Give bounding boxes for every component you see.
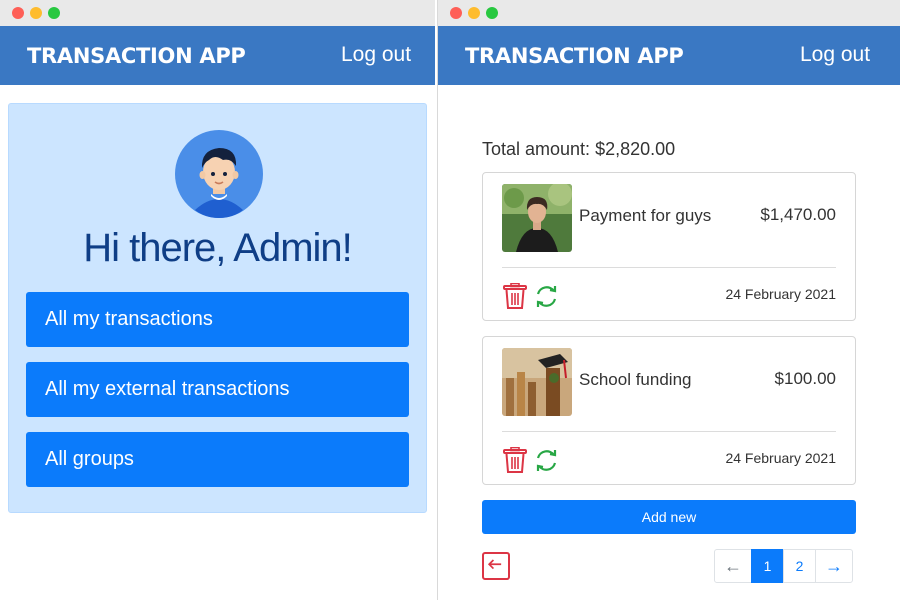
minimize-window-button[interactable] <box>30 7 42 19</box>
card-divider <box>502 431 836 432</box>
navbar: TRANSACTION APP Log out <box>438 26 900 85</box>
transaction-title: Payment for guys <box>579 206 712 225</box>
card-divider <box>502 267 836 268</box>
trash-icon[interactable] <box>503 283 527 309</box>
logout-link[interactable]: Log out <box>341 43 411 67</box>
greeting-heading: Hi there, Admin! <box>83 226 353 270</box>
minimize-window-button[interactable] <box>468 7 480 19</box>
transaction-thumbnail <box>502 348 572 416</box>
close-window-button[interactable] <box>12 7 24 19</box>
pagination: ← 1 2 → <box>714 549 853 583</box>
left-window: TRANSACTION APP Log out Hi there, Admin!… <box>0 0 435 600</box>
add-new-button[interactable]: Add new <box>482 500 856 534</box>
all-my-transactions-button[interactable]: All my transactions <box>26 292 409 347</box>
pagination-prev[interactable]: ← <box>714 549 752 583</box>
transaction-date: 24 February 2021 <box>725 286 836 302</box>
transaction-amount: $100.00 <box>774 369 836 388</box>
maximize-window-button[interactable] <box>48 7 60 19</box>
logout-link[interactable]: Log out <box>800 43 870 67</box>
pagination-page-1[interactable]: 1 <box>751 549 784 583</box>
transaction-amount: $1,470.00 <box>760 205 836 224</box>
pagination-page-2[interactable]: 2 <box>783 549 816 583</box>
title-bar <box>438 0 900 26</box>
navbar: TRANSACTION APP Log out <box>0 26 435 85</box>
trash-icon[interactable] <box>503 447 527 473</box>
refresh-icon[interactable] <box>533 283 560 310</box>
brand-link[interactable]: TRANSACTION APP <box>465 44 684 68</box>
transaction-card: School funding $100.00 24 February 2021 <box>482 336 856 485</box>
avatar-icon <box>175 130 263 218</box>
all-groups-button[interactable]: All groups <box>26 432 409 487</box>
transaction-card: Payment for guys $1,470.00 24 February 2… <box>482 172 856 321</box>
welcome-panel: Hi there, Admin! All my transactions All… <box>8 103 427 513</box>
total-amount: Total amount: $2,820.00 <box>482 139 676 159</box>
transaction-title: School funding <box>579 370 692 389</box>
brand-link[interactable]: TRANSACTION APP <box>27 44 246 68</box>
transaction-date: 24 February 2021 <box>725 450 836 466</box>
pagination-next[interactable]: → <box>815 549 853 583</box>
right-window: TRANSACTION APP Log out Total amount: $2… <box>437 0 900 600</box>
all-external-transactions-button[interactable]: All my external transactions <box>26 362 409 417</box>
title-bar <box>0 0 435 26</box>
refresh-icon[interactable] <box>533 447 560 474</box>
arrow-left-icon[interactable] <box>482 552 510 580</box>
maximize-window-button[interactable] <box>486 7 498 19</box>
close-window-button[interactable] <box>450 7 462 19</box>
transaction-thumbnail <box>502 184 572 252</box>
